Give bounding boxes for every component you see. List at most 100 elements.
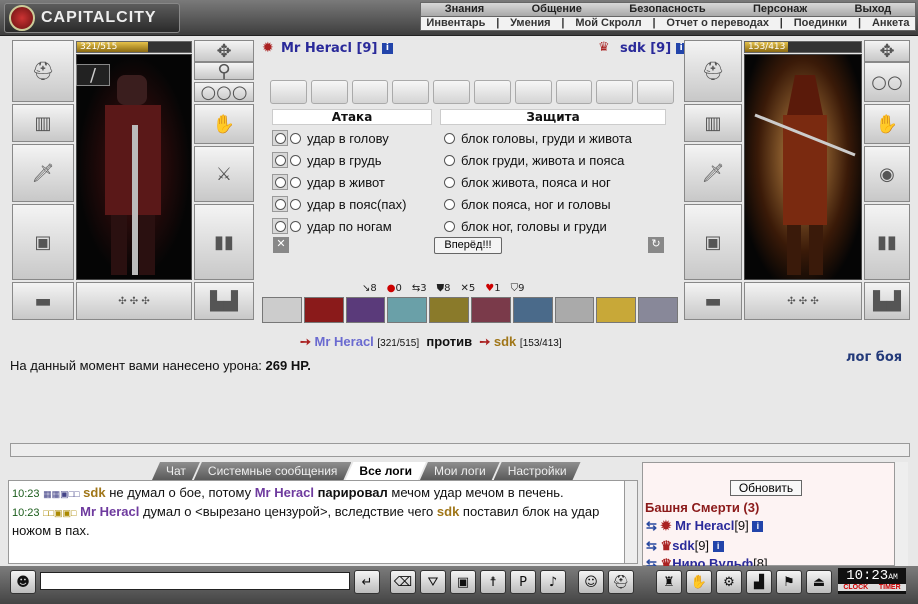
weapon-slot[interactable]: 🗡 [12,144,74,202]
helmet-slot[interactable]: ⛑ [12,40,74,102]
info-icon[interactable]: i [752,521,764,533]
block-option-2[interactable]: блок груди, живота и пояса [444,150,624,170]
player-list-item[interactable]: ⇆ ✹ Mr Heracl[9] i [646,518,764,534]
gloves-slot[interactable]: ✋ [194,104,254,144]
block-option-4[interactable]: блок пояса, ног и головы [444,194,611,214]
tab-settings[interactable]: Настройки [494,462,581,480]
quick-item-slot[interactable]: / [76,64,110,86]
message-input[interactable] [40,572,350,590]
tab-chat[interactable]: Чат [152,462,200,480]
actions-icon[interactable]: ☨ [480,570,506,594]
hand-icon[interactable]: ✋ [686,570,712,594]
horizontal-scrollbar[interactable] [10,443,910,457]
chat-scrollbar[interactable] [624,480,638,564]
skill-8-icon[interactable] [554,297,595,323]
submenu-scroll[interactable]: Мой Скролл [575,17,641,30]
battle-log-link[interactable]: лог боя [846,350,902,365]
player-portrait[interactable] [76,54,192,280]
amulet-slot[interactable]: ✥ [194,40,254,62]
tab-all-logs[interactable]: Все логи [345,462,426,480]
skill-10-icon[interactable] [638,297,678,323]
player-name[interactable]: Mr Heracl [9] i [281,41,393,56]
skill-6-icon[interactable] [470,297,511,323]
attack-option-belly[interactable]: удар в живот [272,172,385,192]
boots-slot[interactable]: ▙▟ [194,282,254,320]
attack-option-head[interactable]: удар в голову [272,128,389,148]
enemy-boots-slot[interactable]: ▙▟ [864,282,910,320]
enemy-spell-slots[interactable]: ✣ ✣ ✣ [744,282,862,320]
refresh-icon[interactable]: ↻ [648,237,664,253]
submenu-skills[interactable]: Умения [510,17,550,30]
skill-4-icon[interactable] [387,297,428,323]
rings-slot[interactable]: ○○○ [194,82,254,103]
helmet-icon[interactable]: ⛑ [608,570,634,594]
menu-character[interactable]: Персонаж [753,3,807,16]
menu-knowledge[interactable]: Знания [445,3,484,16]
skill-7-icon[interactable] [512,297,553,323]
info-icon[interactable]: i [381,43,393,54]
info-icon[interactable]: i [712,541,724,553]
block-option-3[interactable]: блок живота, пояса и ног [444,172,611,192]
cancel-icon[interactable]: ✕ [273,237,289,253]
gear-icon[interactable]: ⚙ [716,570,742,594]
skill-2-icon[interactable] [303,297,344,323]
skill-9-icon[interactable] [596,297,637,323]
player-list-item[interactable]: ⇆ ♛Ниро Вульф[8] [646,556,768,566]
enemy-helmet-slot[interactable]: ⛑ [684,40,742,102]
player-list-item[interactable]: ⇆ ♛sdk[9] i [646,538,724,554]
skill-3-icon[interactable] [345,297,386,323]
earring-slot[interactable]: ⚲ [194,61,254,82]
enemy-name[interactable]: sdk [9] i [620,41,687,56]
versus-enemy[interactable]: sdk [494,334,516,349]
enemy-weapon-slot[interactable]: 🗡 [684,144,742,202]
block-option-1[interactable]: блок головы, груди и живота [444,128,632,148]
heart-skill-icon[interactable] [262,297,302,323]
spell-slots[interactable]: ✣ ✣ ✣ [76,282,192,320]
menu-security[interactable]: Безопасность [629,3,705,16]
bracers-slot[interactable]: ▥ [12,104,74,142]
skill-bar[interactable] [262,297,678,323]
attack-option-groin[interactable]: удар в пояс(пах) [272,194,406,214]
pants-slot[interactable]: ▮▮ [194,204,254,280]
smiley-icon[interactable]: ☺ [578,570,604,594]
refresh-button[interactable]: Обновить [730,480,802,496]
save-icon[interactable]: ▣ [450,570,476,594]
scroll-slots[interactable] [270,80,674,104]
menu-exit[interactable]: Выход [855,3,892,16]
submenu-inventory[interactable]: Инвентарь [426,17,485,30]
chat-log[interactable]: 10:23 ▦▦▣□□ sdk не думал о бое, потому M… [8,480,638,564]
enemy-belt-slot[interactable]: ▬ [684,282,742,320]
block-option-5[interactable]: блок ног, головы и груди [444,216,607,236]
music-icon[interactable]: ♪ [540,570,566,594]
belt-slot[interactable]: ▬ [12,282,74,320]
attack-option-legs[interactable]: удар по ногам [272,216,392,236]
chat-mode-icon[interactable]: ☻ [10,570,36,594]
eraser-icon[interactable]: ⌫ [390,570,416,594]
enemy-armor-slot[interactable]: ▣ [684,204,742,280]
boot-icon[interactable]: ▟ [746,570,772,594]
enemy-amulet-slot[interactable]: ✥ [864,40,910,62]
tab-system[interactable]: Системные сообщения [194,462,352,480]
enemy-shield-slot[interactable]: ◉ [864,146,910,202]
attack-button[interactable]: Вперёд!!! [434,237,502,254]
armor-slot[interactable]: ▣ [12,204,74,280]
enemy-bracers-slot[interactable]: ▥ [684,104,742,142]
app-logo[interactable]: CAPITALCITY [4,3,180,33]
exit-icon[interactable]: ⏏ [806,570,832,594]
skill-5-icon[interactable] [429,297,469,323]
filter-icon[interactable]: ⛛ [420,570,446,594]
private-icon[interactable]: P [510,570,536,594]
bag-icon[interactable]: ♜ [656,570,682,594]
enemy-portrait[interactable] [744,54,862,280]
clock-widget[interactable]: 10:23AM CLOCK TIMER [838,568,906,594]
versus-player[interactable]: Mr Heracl [315,334,374,349]
submenu-duels[interactable]: Поединки [794,17,847,30]
offhand-slot[interactable]: ⚔ [194,146,254,202]
menu-communication[interactable]: Общение [532,3,582,16]
enemy-gloves-slot[interactable]: ✋ [864,104,910,144]
enemy-pants-slot[interactable]: ▮▮ [864,204,910,280]
submenu-profile[interactable]: Анкета [872,17,910,30]
tab-my-logs[interactable]: Мои логи [420,462,500,480]
send-icon[interactable]: ↵ [354,570,380,594]
submenu-transfers[interactable]: Отчет о переводах [666,17,769,30]
